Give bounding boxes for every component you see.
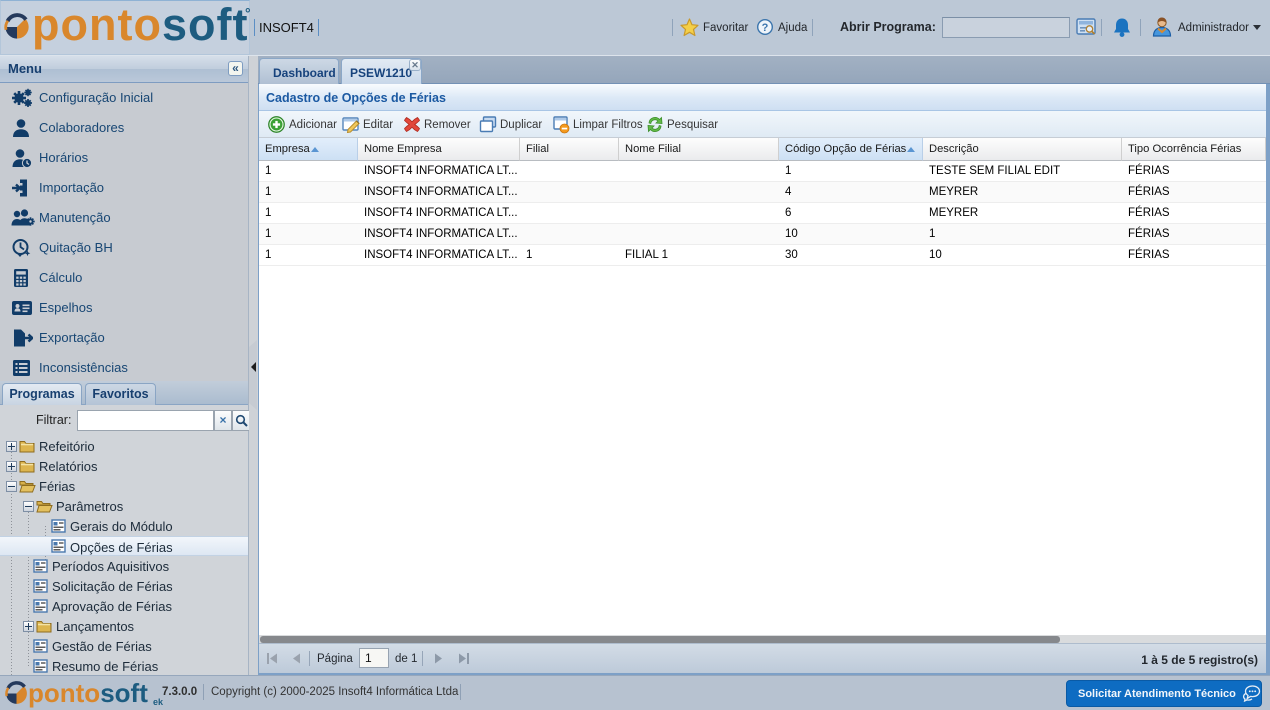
svg-text:?: ?: [762, 22, 769, 34]
